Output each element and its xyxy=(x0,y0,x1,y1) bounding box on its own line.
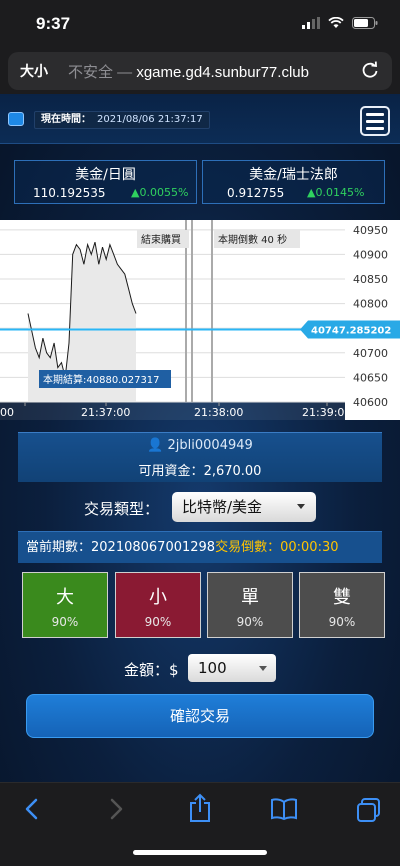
settle-label: 本期結算:40880.027317 xyxy=(43,373,160,386)
account-info: 👤 2jbli0004949 可用資金：2,670.00 xyxy=(18,432,382,482)
account-user: 👤 2jbli0004949 xyxy=(18,438,382,453)
bookmarks-icon[interactable] xyxy=(270,797,298,821)
bet-big-button[interactable]: 大 90% xyxy=(22,572,108,638)
period-value: 202108067001298 xyxy=(91,540,216,555)
hamburger-icon-bar xyxy=(366,119,384,123)
rate-change: ▲0.0145% xyxy=(307,186,365,199)
back-icon[interactable] xyxy=(22,797,42,821)
rate-card-usd-jpy[interactable]: 美金/日圓 110.192535 ▲0.0055% xyxy=(14,160,197,204)
bet-odd-button[interactable]: 單 90% xyxy=(207,572,293,638)
tabs-icon[interactable] xyxy=(356,797,382,823)
y-tick-label: 40800 xyxy=(353,298,388,311)
signal-icon xyxy=(302,17,320,29)
bet-odds: 90% xyxy=(236,615,264,629)
top-strip: 現在時間： 2021/08/06 21:37:17 xyxy=(0,94,400,144)
user-icon: 👤 xyxy=(147,438,164,453)
end-buy-label: 結束購買 xyxy=(141,233,181,246)
x-tick-label: 00 xyxy=(0,406,14,419)
bet-name: 雙 xyxy=(333,587,351,608)
menu-button[interactable] xyxy=(360,106,390,136)
insecure-label: 不安全 — xyxy=(68,64,133,81)
bet-name: 單 xyxy=(241,587,259,608)
period-bar: 當前期數：202108067001298交易倒數：00:00:30 xyxy=(18,531,382,563)
funds-label: 可用資金： xyxy=(138,464,204,479)
x-tick-label: 21:39:0 xyxy=(302,406,344,419)
x-tick-label: 21:38:00 xyxy=(194,406,243,419)
home-indicator xyxy=(133,850,267,855)
rate-pair: 美金/瑞士法郎 xyxy=(249,167,338,183)
current-time-label: 現在時間： xyxy=(41,114,91,125)
battery-icon xyxy=(352,17,378,29)
x-tick-label: 21:37:00 xyxy=(81,406,130,419)
trade-type-label: 交易類型： xyxy=(84,500,160,518)
bet-odds: 90% xyxy=(328,615,356,629)
bet-small-button[interactable]: 小 90% xyxy=(115,572,201,638)
period-label: 當前期數： xyxy=(26,540,92,555)
url-field[interactable]: 大小 不安全 — xgame.gd4.sunbur77.club xyxy=(8,52,392,90)
trade-type-value: 比特幣/美金 xyxy=(182,498,263,516)
trade-type-select[interactable]: 比特幣/美金 xyxy=(172,492,316,522)
status-time: 9:37 xyxy=(36,14,71,33)
status-icons xyxy=(302,17,378,29)
url-value: xgame.gd4.sunbur77.club xyxy=(136,64,309,81)
url-text[interactable]: 不安全 — xgame.gd4.sunbur77.club xyxy=(68,61,309,82)
y-tick-label: 40650 xyxy=(353,371,388,384)
reload-icon[interactable] xyxy=(360,60,380,80)
text-size-button[interactable]: 大小 xyxy=(20,61,48,81)
y-tick-label: 40600 xyxy=(353,396,388,409)
page-content: 現在時間： 2021/08/06 21:37:17 美金/日圓 110.19253… xyxy=(0,94,400,782)
username: 2jbli0004949 xyxy=(167,438,253,453)
y-tick-label: 40850 xyxy=(353,273,388,286)
forward-icon[interactable] xyxy=(106,797,126,821)
y-tick-label: 40950 xyxy=(353,224,388,237)
hamburger-icon-bar xyxy=(366,112,384,116)
trade-type-row: 交易類型： 比特幣/美金 xyxy=(0,492,400,522)
confirm-trade-button[interactable]: 確認交易 xyxy=(26,694,374,738)
wifi-icon xyxy=(328,17,344,28)
current-price-label: 40747.285202 xyxy=(311,326,391,337)
rate-price: 0.912755 xyxy=(227,186,285,200)
amount-value: 100 xyxy=(198,659,227,677)
hamburger-icon-bar xyxy=(366,126,384,130)
rate-card-usd-chf[interactable]: 美金/瑞士法郎 0.912755 ▲0.0145% xyxy=(202,160,385,204)
bet-name: 大 xyxy=(56,587,74,608)
countdown-value: 00:00:30 xyxy=(280,540,339,555)
chevron-down-icon xyxy=(259,666,267,671)
countdown-label: 交易倒數： xyxy=(215,540,281,555)
site-logo[interactable] xyxy=(8,112,24,126)
y-tick-label: 40900 xyxy=(353,248,388,261)
status-bar: 9:37 xyxy=(0,0,400,48)
rate-pair: 美金/日圓 xyxy=(75,167,136,183)
bet-odds: 90% xyxy=(51,615,79,629)
bet-even-button[interactable]: 雙 90% xyxy=(299,572,385,638)
browser-address-bar: 大小 不安全 — xgame.gd4.sunbur77.club xyxy=(0,48,400,94)
current-time-value: 2021/08/06 21:37:17 xyxy=(97,114,203,125)
bet-name: 小 xyxy=(149,587,167,608)
chevron-down-icon xyxy=(297,504,305,509)
current-time: 現在時間： 2021/08/06 21:37:17 xyxy=(34,111,210,129)
price-chart-svg: 4095040900408504080040750407004065040600… xyxy=(0,220,400,420)
share-icon[interactable] xyxy=(188,793,212,823)
amount-select[interactable]: 100 xyxy=(188,654,276,682)
bet-odds: 90% xyxy=(144,615,172,629)
rate-price: 110.192535 xyxy=(33,186,106,200)
amount-label: 金額：$ xyxy=(124,661,179,679)
amount-row: 金額：$ 100 xyxy=(0,654,400,682)
funds-value: 2,670.00 xyxy=(203,464,262,479)
price-chart: 4095040900408504080040750407004065040600… xyxy=(0,220,400,420)
rate-change: ▲0.0055% xyxy=(131,186,189,199)
countdown-label: 本期倒數 40 秒 xyxy=(218,233,287,246)
y-tick-label: 40700 xyxy=(353,347,388,360)
available-funds: 可用資金：2,670.00 xyxy=(18,460,382,479)
